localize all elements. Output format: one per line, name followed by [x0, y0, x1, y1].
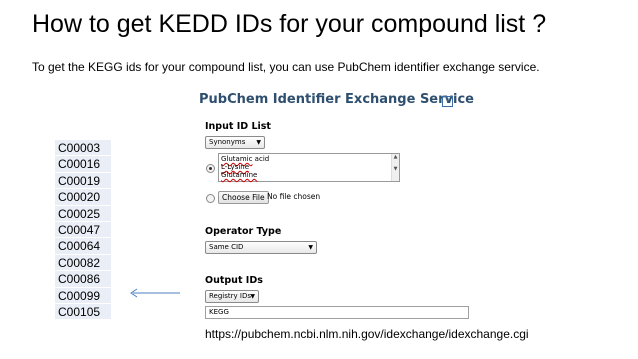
slide-subtitle: To get the KEGG ids for your compound li… — [32, 60, 540, 74]
caret-down-icon: ▼ — [256, 139, 261, 146]
left-arrow-icon — [130, 288, 180, 298]
compound-id-row: C00016 — [55, 156, 111, 173]
output-ids-label: Output IDs — [205, 275, 263, 286]
file-radio[interactable] — [206, 194, 215, 203]
output-type-value: Registry IDs — [209, 292, 251, 300]
textarea-line: Glutamine — [221, 171, 258, 179]
choose-file-button[interactable]: Choose File — [218, 191, 269, 204]
output-type-select[interactable]: Registry IDs ▼ — [205, 290, 259, 303]
compound-id-row: C00082 — [55, 255, 111, 272]
input-id-list-label: Input ID List — [205, 121, 271, 132]
compound-id-list: C00003 C00016 C00019 C00020 C00025 C00047 C000… — [55, 140, 111, 321]
operator-type-value: Same CID — [209, 243, 244, 251]
service-title: PubChem Identifier Exchange Service — [199, 92, 474, 107]
slide-title: How to get KEDD IDs for your compound li… — [32, 10, 547, 38]
service-url[interactable]: https://pubchem.ncbi.nlm.nih.gov/idexcha… — [205, 327, 529, 341]
file-status-text: No file chosen — [267, 192, 321, 201]
operator-type-label: Operator Type — [205, 226, 282, 237]
compound-id-row: C00020 — [55, 189, 111, 206]
compound-id-row: C00064 — [55, 238, 111, 255]
compound-id-row: C00003 — [55, 140, 111, 157]
input-type-value: Synonyms — [209, 138, 246, 146]
input-type-select[interactable]: Synonyms ▼ — [205, 136, 265, 149]
compound-id-row: C00099 — [55, 288, 111, 304]
compound-id-row: C00105 — [55, 304, 111, 321]
output-id-field[interactable]: KEGG — [205, 306, 469, 319]
compound-id-row: C00025 — [55, 206, 111, 222]
caret-down-icon: ▼ — [308, 244, 313, 251]
textarea-line: L-Lysine — [221, 163, 250, 171]
id-list-textarea[interactable]: Glutamic acid L-Lysine Glutamine ▲ ▼ — [218, 153, 400, 182]
compound-id-row: C00047 — [55, 222, 111, 239]
compound-id-row: C00086 — [55, 271, 111, 288]
textarea-scrollbar[interactable]: ▲ ▼ — [391, 154, 399, 181]
compound-id-row: C00019 — [55, 173, 111, 190]
help-icon[interactable]: ? — [442, 96, 453, 107]
textarea-line: Glutamic acid — [221, 155, 270, 163]
operator-type-select[interactable]: Same CID ▼ — [205, 241, 317, 254]
caret-down-icon: ▼ — [250, 293, 255, 300]
textarea-radio[interactable] — [206, 164, 215, 173]
